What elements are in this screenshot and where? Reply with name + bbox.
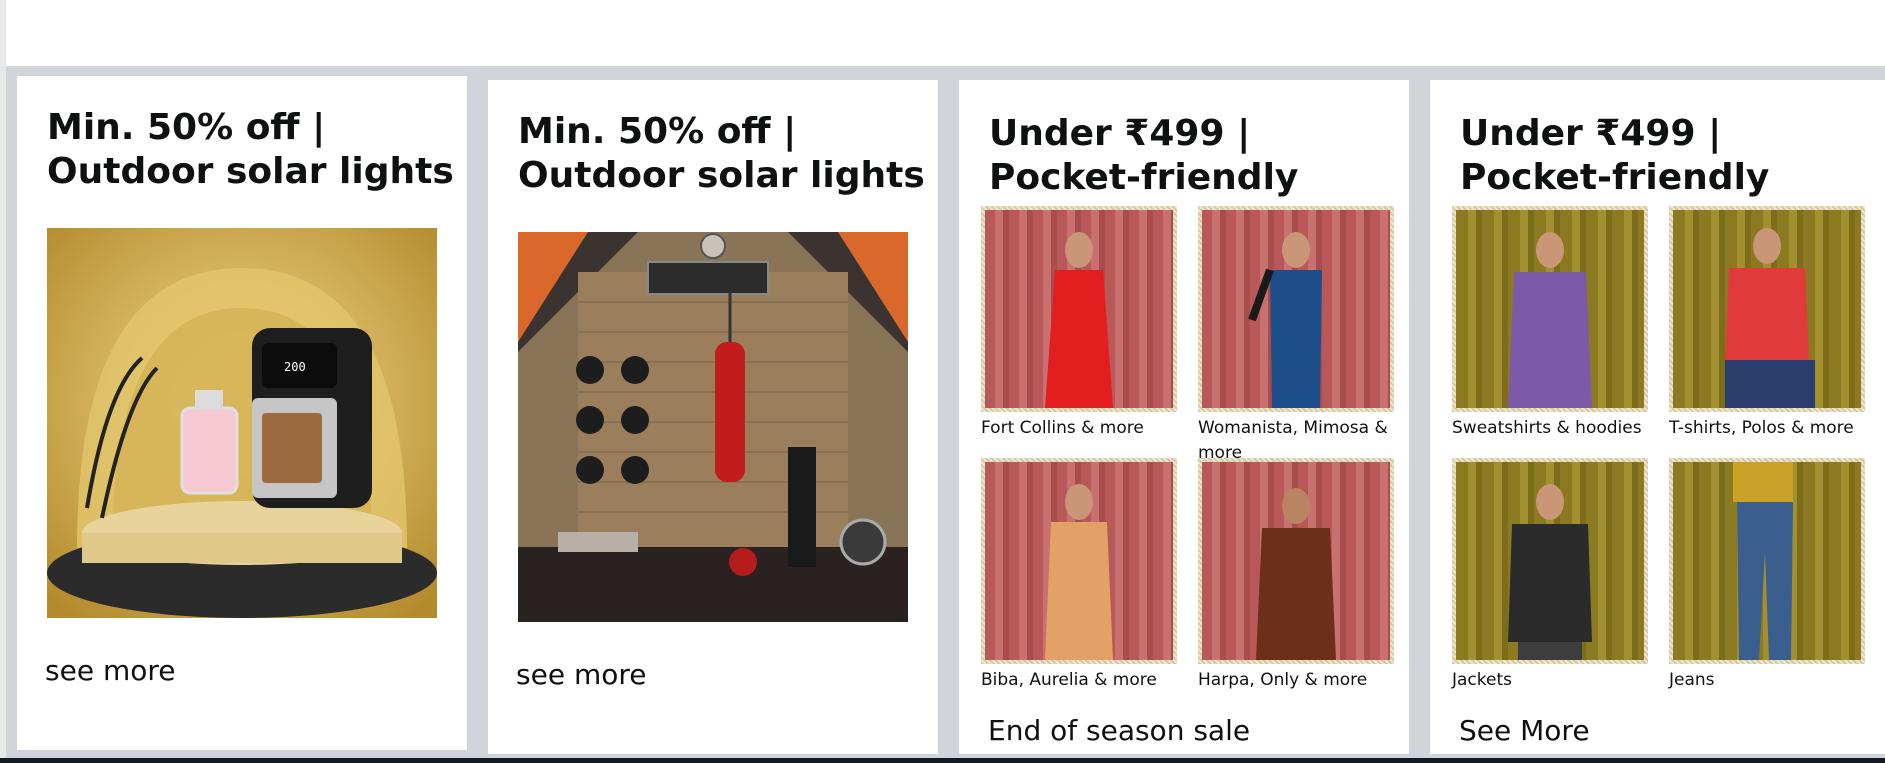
card-title[interactable]: Min. 50% off | Outdoor solar lights <box>518 110 928 198</box>
model-jeans-image <box>1673 462 1861 660</box>
tile-caption: Jackets <box>1452 670 1512 690</box>
model-fur-jacket-image <box>1202 462 1390 660</box>
page: Min. 50% off | Outdoor solar lights 200 <box>0 0 1885 763</box>
tile-caption: Fort Collins & more <box>981 418 1144 438</box>
kitchen-appliance-image[interactable]: 200 <box>47 228 437 618</box>
model-red-tshirt-image <box>1673 210 1861 408</box>
model-purple-sweatshirt-image <box>1456 210 1644 408</box>
model-kurta-image <box>985 462 1173 660</box>
tile-caption: Harpa, Only & more <box>1198 670 1368 690</box>
see-more-link[interactable]: See More <box>1459 714 1590 747</box>
tile-caption: Jeans <box>1669 670 1715 690</box>
fashion-card-2: Under ₹499 | Pocket-friendly fashion Swe… <box>1430 80 1885 754</box>
model-blue-saree-image <box>1202 210 1390 408</box>
model-puffer-jacket-image <box>1456 462 1644 660</box>
see-more-link[interactable]: see more <box>45 654 175 687</box>
model-red-dress-image <box>985 210 1173 408</box>
footer-divider <box>0 758 1885 763</box>
fashion-card-1: Under ₹499 | Pocket-friendly fashion For… <box>959 80 1409 754</box>
see-more-link[interactable]: see more <box>516 658 646 691</box>
tile-caption: Biba, Aurelia & more <box>981 670 1157 690</box>
tile-caption: T-shirts, Polos & more <box>1669 418 1854 438</box>
end-of-season-sale-link[interactable]: End of season sale <box>988 714 1250 747</box>
home-gym-image[interactable] <box>518 232 908 622</box>
svg-text:200: 200 <box>284 360 306 374</box>
deal-card-1: Min. 50% off | Outdoor solar lights 200 <box>17 76 467 750</box>
deal-card-2: Min. 50% off | Outdoor solar lights see … <box>488 80 938 754</box>
top-band <box>6 0 1885 66</box>
tile-caption: Sweatshirts & hoodies <box>1452 418 1642 438</box>
card-title[interactable]: Min. 50% off | Outdoor solar lights <box>47 106 457 194</box>
